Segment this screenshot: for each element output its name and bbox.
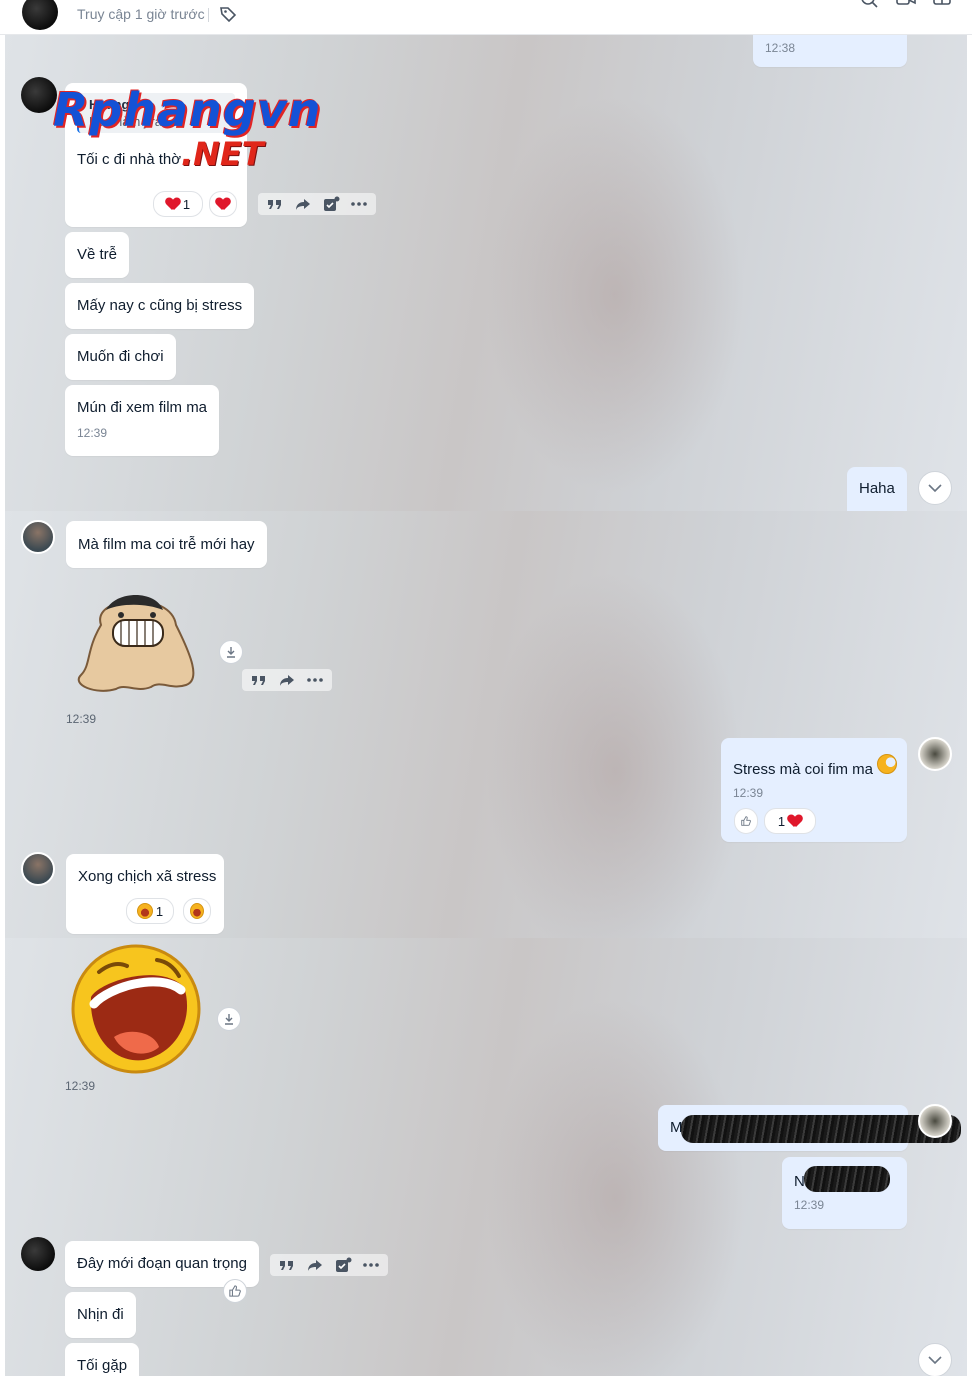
message-time: 12:39	[794, 1198, 825, 1212]
reaction-count: 1	[155, 903, 164, 919]
add-reaction-button[interactable]	[209, 191, 237, 217]
chat-header: Truy cập 1 giờ trước	[0, 0, 972, 35]
message-bubble-mine[interactable]: Haha	[847, 467, 907, 511]
search-icon[interactable]	[860, 0, 880, 10]
video-call-icon[interactable]	[896, 0, 916, 10]
sender-avatar[interactable]	[21, 77, 57, 113]
more-icon[interactable]	[350, 196, 368, 212]
message-text: Mà film ma coi trễ mới hay	[78, 536, 255, 553]
message-bubble[interactable]: Muốn đi chơi	[65, 334, 176, 380]
sticker-laughing-blob[interactable]	[71, 585, 201, 695]
sticker-laughing-emoji[interactable]	[69, 942, 203, 1076]
scroll-to-bottom-button[interactable]	[918, 1343, 952, 1376]
message-time: 12:39	[65, 1079, 96, 1093]
laugh-icon	[190, 903, 204, 919]
heart-icon	[788, 815, 802, 827]
message-text: Haha	[859, 480, 895, 497]
message-bubble[interactable]: Mún đi xem film ma 12:39	[65, 385, 220, 456]
like-icon	[229, 1285, 241, 1297]
chat-panel-2: Mà film ma coi trễ mới hay 12:39 Stress …	[5, 511, 967, 938]
message-toolbar	[242, 669, 332, 691]
redaction-scribble	[804, 1166, 890, 1192]
more-icon[interactable]	[362, 1257, 380, 1273]
reaction-count: 1	[777, 813, 786, 829]
quote-icon[interactable]	[278, 1257, 296, 1273]
divider	[208, 8, 209, 22]
like-button[interactable]	[223, 1279, 247, 1303]
download-button[interactable]	[219, 640, 243, 664]
message-text: Mấy nay c cũng bị stress	[77, 297, 243, 314]
chevron-down-icon	[928, 1356, 942, 1365]
emoji-icon	[877, 754, 898, 774]
message-text: Xong chịch xã stress	[78, 868, 217, 885]
reaction-summary[interactable]: 1	[764, 808, 816, 834]
message-text: Đây mới đoạn quan trọng	[77, 1255, 247, 1272]
header-actions	[860, 0, 952, 10]
download-button[interactable]	[217, 1007, 241, 1031]
forward-icon[interactable]	[278, 672, 296, 688]
add-reaction-button[interactable]	[183, 898, 211, 924]
like-button[interactable]	[734, 808, 758, 834]
chat-panel-1: 12:38 Hoàng Ủa c làm j ra Tối c đi nhà t…	[5, 35, 967, 511]
task-icon[interactable]	[322, 196, 340, 212]
reaction-count: 1	[182, 196, 191, 212]
tag-icon[interactable]	[218, 4, 238, 24]
laugh-icon	[136, 903, 153, 919]
layout-icon[interactable]	[932, 0, 952, 10]
message-text: Về trễ	[77, 246, 118, 263]
sender-avatar[interactable]	[21, 1237, 55, 1271]
message-toolbar	[270, 1254, 388, 1276]
message-bubble[interactable]: Tối gặp	[65, 1343, 140, 1376]
my-avatar[interactable]	[918, 1104, 952, 1138]
message-bubble[interactable]: Về trễ	[65, 232, 130, 278]
message-time: 12:38	[765, 41, 796, 55]
message-text: Nhịn đi	[77, 1306, 124, 1323]
contact-avatar[interactable]	[22, 0, 58, 30]
quote-icon[interactable]	[250, 672, 268, 688]
chat-panel-3: 12:39 M N 12:39 Đây mới đoạn quan trọng …	[5, 938, 967, 1376]
message-text: Muốn đi chơi	[77, 348, 164, 365]
message-bubble[interactable]: Nhịn đi	[65, 1292, 136, 1338]
my-avatar[interactable]	[918, 737, 952, 771]
scroll-to-bottom-button[interactable]	[918, 471, 952, 505]
message-time: 12:39	[77, 426, 108, 440]
download-icon	[227, 647, 235, 658]
sender-avatar[interactable]	[21, 520, 55, 554]
like-icon	[741, 816, 751, 826]
message-text: Stress mà coi fim ma	[733, 754, 898, 778]
task-icon[interactable]	[334, 1257, 352, 1273]
message-time: 12:39	[733, 786, 764, 800]
forward-icon[interactable]	[294, 196, 312, 212]
watermark-suffix: .NET	[181, 135, 264, 173]
heart-icon	[166, 198, 180, 210]
message-bubble[interactable]: Mà film ma coi trễ mới hay	[66, 521, 267, 568]
chevron-down-icon	[928, 484, 942, 493]
message-text-content: Stress mà coi fim ma	[733, 761, 874, 778]
message-text: Tối gặp	[77, 1357, 128, 1374]
download-icon	[225, 1014, 233, 1025]
reaction-summary[interactable]: 1	[126, 898, 174, 924]
quote-icon[interactable]	[266, 196, 284, 212]
forward-icon[interactable]	[306, 1257, 324, 1273]
watermark-logo: Rphangvn .NET	[53, 83, 353, 179]
message-bubble-mine[interactable]: 12:38	[753, 35, 907, 67]
sender-avatar[interactable]	[21, 852, 55, 886]
heart-icon	[216, 198, 230, 210]
message-bubble[interactable]: Mấy nay c cũng bị stress	[65, 283, 255, 329]
message-toolbar	[258, 193, 376, 215]
watermark-text: Rphangvn	[53, 83, 322, 137]
last-seen-status: Truy cập 1 giờ trước	[77, 6, 205, 22]
message-text: Mún đi xem film ma	[77, 399, 208, 416]
more-icon[interactable]	[306, 672, 324, 688]
message-time: 12:39	[66, 712, 97, 726]
reaction-summary[interactable]: 1	[153, 191, 203, 217]
